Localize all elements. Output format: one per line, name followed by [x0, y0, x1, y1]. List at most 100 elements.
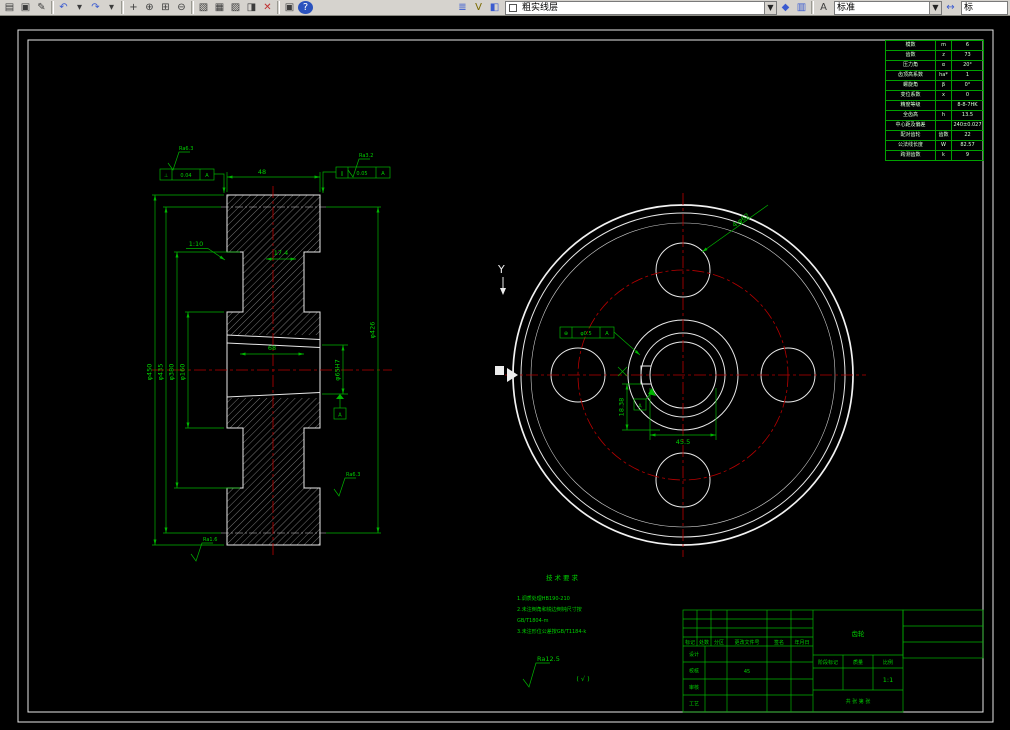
- undo-icon[interactable]: ↶: [56, 1, 71, 14]
- param-cell: α: [935, 60, 952, 71]
- param-cell: 齿数: [885, 50, 936, 61]
- zoom-realtime-icon[interactable]: ⊕: [142, 1, 157, 14]
- param-cell: 公法线长度: [885, 140, 936, 151]
- tol-right-symbol: ∥: [341, 171, 344, 177]
- param-cell: 8-8-7HK: [951, 100, 984, 111]
- dim-style-icon[interactable]: ↔: [943, 1, 958, 14]
- tol-left-symbol: ⊥: [164, 173, 168, 179]
- tol-right-datum: A: [381, 171, 385, 177]
- layer-color-swatch: [509, 3, 517, 12]
- dim-od: φ450: [146, 364, 154, 381]
- surface-note-value: Ra12.5: [537, 655, 560, 663]
- open-drawing-icon[interactable]: ▣: [18, 1, 33, 14]
- pos-tol-symbol: ⊕: [564, 331, 568, 337]
- param-cell: [935, 120, 952, 131]
- layer-properties-icon[interactable]: ≣: [455, 1, 470, 14]
- param-cell: 齿顶高系数: [885, 70, 936, 81]
- rev-header: 年月日: [794, 639, 809, 646]
- tech-req-line: GB/T1804-m: [517, 618, 549, 624]
- block-editor-icon[interactable]: ◨: [244, 1, 259, 14]
- dim-style-group: ↔: [943, 1, 958, 14]
- tol-right-value: 0.05: [356, 171, 367, 177]
- datum-label: A: [338, 413, 342, 419]
- dim-web: φ380: [168, 364, 176, 381]
- stage-label: 阶段标记: [818, 659, 838, 666]
- roughness-bottom-right: Ra6.3: [346, 472, 360, 478]
- table-icon[interactable]: ▦: [212, 1, 227, 14]
- toolbar-separator: [811, 1, 814, 14]
- param-cell: k: [935, 150, 952, 161]
- make-current-layer-icon[interactable]: ◆: [778, 1, 793, 14]
- zoom-toolbar-group: + ⊕ ⊞ ⊖: [126, 1, 189, 14]
- param-cell: z: [935, 50, 952, 61]
- param-row: 齿数 z 73: [885, 50, 984, 61]
- dim-style-combo[interactable]: 标: [961, 0, 1008, 15]
- layer-walk-icon[interactable]: ◧: [487, 1, 502, 14]
- redo-icon[interactable]: ↷: [88, 1, 103, 14]
- rev-header: 处数: [699, 639, 709, 646]
- param-cell: 0: [951, 90, 984, 101]
- dim-keyway-offset: 17.4: [274, 249, 288, 257]
- dim-pitch: φ435: [157, 364, 165, 381]
- sign-row-label: 校核: [689, 668, 699, 675]
- param-cell: 中心距及偏差: [885, 120, 936, 131]
- param-cell: 变位系数: [885, 90, 936, 101]
- text-style-icon[interactable]: A: [816, 1, 831, 14]
- edit-sketch-icon[interactable]: ✎: [34, 1, 49, 14]
- redo-dropdown-icon[interactable]: ▾: [104, 1, 119, 14]
- part-name: 齿轮: [852, 629, 866, 638]
- help-icon[interactable]: ?: [298, 1, 313, 14]
- tech-req-line: 3.未注形位公差按GB/T1184-k: [517, 628, 586, 635]
- layer-combo[interactable]: 粗实线层 ▼: [505, 0, 777, 15]
- param-cell: 20°: [951, 60, 984, 71]
- close-block-icon[interactable]: ✕: [260, 1, 275, 14]
- param-cell: 配对齿轮: [885, 130, 936, 141]
- chevron-down-icon[interactable]: ▼: [929, 1, 941, 14]
- toolbar-separator: [277, 1, 280, 14]
- stage-label: 比例: [883, 659, 893, 666]
- layer-filter-icon[interactable]: V: [471, 1, 486, 14]
- toolbar-separator: [121, 1, 124, 14]
- dim-keyway-length: 68: [268, 344, 276, 352]
- toolbar-separator: [51, 1, 54, 14]
- param-row: 全齿高 h 13.5: [885, 110, 984, 121]
- param-row: 精度等级 8-8-7HK: [885, 100, 984, 111]
- surface-note: Ra12.5 ( √ ): [522, 655, 590, 688]
- pos-tol-datum: A: [605, 331, 609, 337]
- section-cut-marker: [495, 366, 504, 375]
- layer-tools-group: ≣ V ◧: [455, 1, 502, 14]
- param-cell: 240±0.027: [951, 120, 984, 131]
- calculator-icon[interactable]: ▣: [282, 1, 297, 14]
- dim-right: φ426: [369, 322, 377, 339]
- param-cell: h: [935, 110, 952, 121]
- layer-combo-value: 粗实线层: [522, 2, 559, 13]
- drawing-canvas[interactable]: φ450 φ435 φ380 φ160 φ426 φ65H7 A 48 ⊥ 0.…: [0, 16, 1010, 730]
- layer-states-icon[interactable]: ▥: [794, 1, 809, 14]
- param-cell: 齿数: [935, 130, 952, 141]
- text-style-combo[interactable]: 标准 ▼: [834, 0, 942, 15]
- main-toolbar: ▤ ▣ ✎ ↶ ▾ ↷ ▾ + ⊕ ⊞ ⊖ ▧ ▦ ▨ ◨ ✕ ▣? ≣ V ◧ 粗实线层 ▼ ◆ ▥ A 标…: [0, 0, 1010, 16]
- named-views-icon[interactable]: ▧: [196, 1, 211, 14]
- rev-header: 签名: [774, 639, 784, 646]
- roughness-top-left: Ra6.3: [179, 146, 193, 152]
- param-cell: 6: [951, 40, 984, 51]
- dim-style-combo-value: 标: [964, 2, 974, 13]
- new-drawing-icon[interactable]: ▤: [2, 1, 17, 14]
- hatch-icon[interactable]: ▨: [228, 1, 243, 14]
- rev-header: 分区: [714, 639, 724, 646]
- zoom-window-icon[interactable]: ⊞: [158, 1, 173, 14]
- chevron-down-icon[interactable]: ▼: [764, 1, 776, 14]
- roughness-top-right: Ra3.2: [359, 153, 373, 159]
- datum-label-front: A: [638, 404, 642, 410]
- undo-dropdown-icon[interactable]: ▾: [72, 1, 87, 14]
- param-cell: 22: [951, 130, 984, 141]
- text-style-combo-value: 标准: [837, 2, 856, 13]
- param-cell: 螺旋角: [885, 80, 936, 91]
- tech-req-line: 1.调质处理HB190-210: [517, 595, 570, 602]
- toolbar-separator: [191, 1, 194, 14]
- pan-icon[interactable]: +: [126, 1, 141, 14]
- pos-tol-value: φ0.5: [580, 331, 591, 337]
- tech-requirements: 技术要求 1.调质处理HB190-210 2.未注倒角和锐边倒钝尺寸按 GB/T…: [517, 573, 586, 635]
- zoom-previous-icon[interactable]: ⊖: [174, 1, 189, 14]
- gear-parameter-table: 模数 m 6 齿数 z 73 压力角 α 20° 齿顶高系数 ha* 1 螺旋角 β 0° 变位系数 x 0 精度等…: [885, 40, 984, 161]
